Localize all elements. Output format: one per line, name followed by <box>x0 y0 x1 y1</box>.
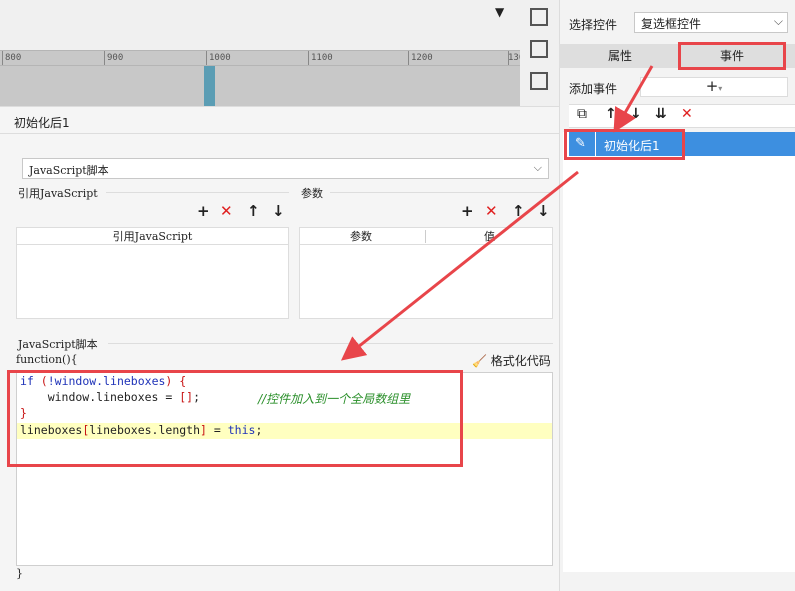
add-param-icon[interactable]: + <box>461 202 474 220</box>
script-section-label: JavaScript脚本 <box>18 338 98 351</box>
delete-param-icon[interactable]: ✕ <box>485 202 498 220</box>
ruler-label: 1200 <box>411 53 433 63</box>
copy-icon[interactable]: ⧉ <box>577 106 587 122</box>
event-list <box>563 132 795 572</box>
move-up-ref-icon[interactable]: ↑ <box>247 202 260 220</box>
function-open-text: function(){ <box>16 353 78 366</box>
add-ref-icon[interactable]: + <box>197 202 210 220</box>
table-settings-icon[interactable] <box>530 40 548 58</box>
select-control-label: 选择控件 <box>569 18 618 32</box>
script-type-select[interactable]: JavaScript脚本 ⌵ <box>22 158 549 179</box>
move-up-icon[interactable]: ↑ <box>605 106 617 122</box>
title-divider <box>0 133 559 134</box>
ruler-baseline <box>0 65 520 66</box>
ruler-major-tick <box>104 51 105 65</box>
ruler-major-tick <box>408 51 409 65</box>
tab-events[interactable]: 事件 <box>678 42 786 70</box>
section-divider <box>330 192 553 193</box>
ref-js-section-label: 引用JavaScript <box>18 187 98 200</box>
chevron-down-icon: ⌵ <box>773 14 783 28</box>
script-type-value: JavaScript脚本 <box>29 164 109 177</box>
dialog-title: 初始化后1 <box>14 116 70 130</box>
ruler-label: 900 <box>107 53 124 63</box>
column-divider <box>425 230 426 243</box>
params-grid[interactable]: 参数 值 <box>299 227 553 319</box>
ruler-major-tick <box>308 51 309 65</box>
control-select[interactable]: 复选框控件 ⌵ <box>634 12 788 33</box>
ruler-major-tick <box>206 51 207 65</box>
tab-attributes[interactable]: 属性 <box>580 44 660 68</box>
params-section-label: 参数 <box>301 187 323 200</box>
layout-grid-icon[interactable] <box>530 8 548 26</box>
control-select-value: 复选框控件 <box>641 17 702 31</box>
ruler-label: 1000 <box>209 53 231 63</box>
horizontal-ruler: 800 900 1000 1100 1200 130 <box>0 50 524 107</box>
top-toolbar: ▼ <box>0 0 520 50</box>
ruler-label: 1100 <box>311 53 333 63</box>
function-close-text: } <box>16 567 23 580</box>
params-col-value: 值 <box>484 230 495 243</box>
ruler-major-tick <box>2 51 3 65</box>
toolbar-dropdown-icon[interactable]: ▼ <box>495 5 504 19</box>
params-grid-header: 参数 值 <box>300 228 552 245</box>
move-up-param-icon[interactable]: ↑ <box>512 202 525 220</box>
params-col-name: 参数 <box>350 230 372 243</box>
ref-js-grid[interactable]: 引用JavaScript <box>16 227 289 319</box>
ruler-position-marker[interactable] <box>204 66 215 107</box>
plus-icon: + <box>705 77 719 95</box>
ref-js-grid-header: 引用JavaScript <box>17 228 288 245</box>
add-event-label: 添加事件 <box>569 82 618 96</box>
move-down-ref-icon[interactable]: ↓ <box>272 202 285 220</box>
brush-icon: 🧹 <box>472 354 487 368</box>
frame-crop-icon[interactable] <box>530 72 548 90</box>
delete-icon[interactable]: ✕ <box>681 106 693 122</box>
highlight-box-code <box>7 370 463 467</box>
add-event-button[interactable]: +▾ <box>640 77 788 97</box>
highlight-box-event-item <box>564 129 685 160</box>
chevron-down-icon: ⌵ <box>533 161 542 174</box>
section-divider <box>106 192 289 193</box>
move-bottom-icon[interactable]: ⇊ <box>655 106 667 122</box>
format-code-label: 格式化代码 <box>490 354 551 368</box>
move-down-param-icon[interactable]: ↓ <box>537 202 550 220</box>
ruler-label: 800 <box>5 53 22 63</box>
format-code-button[interactable]: 🧹 格式化代码 <box>472 352 551 369</box>
move-down-icon[interactable]: ↓ <box>630 106 642 122</box>
delete-ref-icon[interactable]: ✕ <box>220 202 233 220</box>
section-divider <box>108 343 553 344</box>
